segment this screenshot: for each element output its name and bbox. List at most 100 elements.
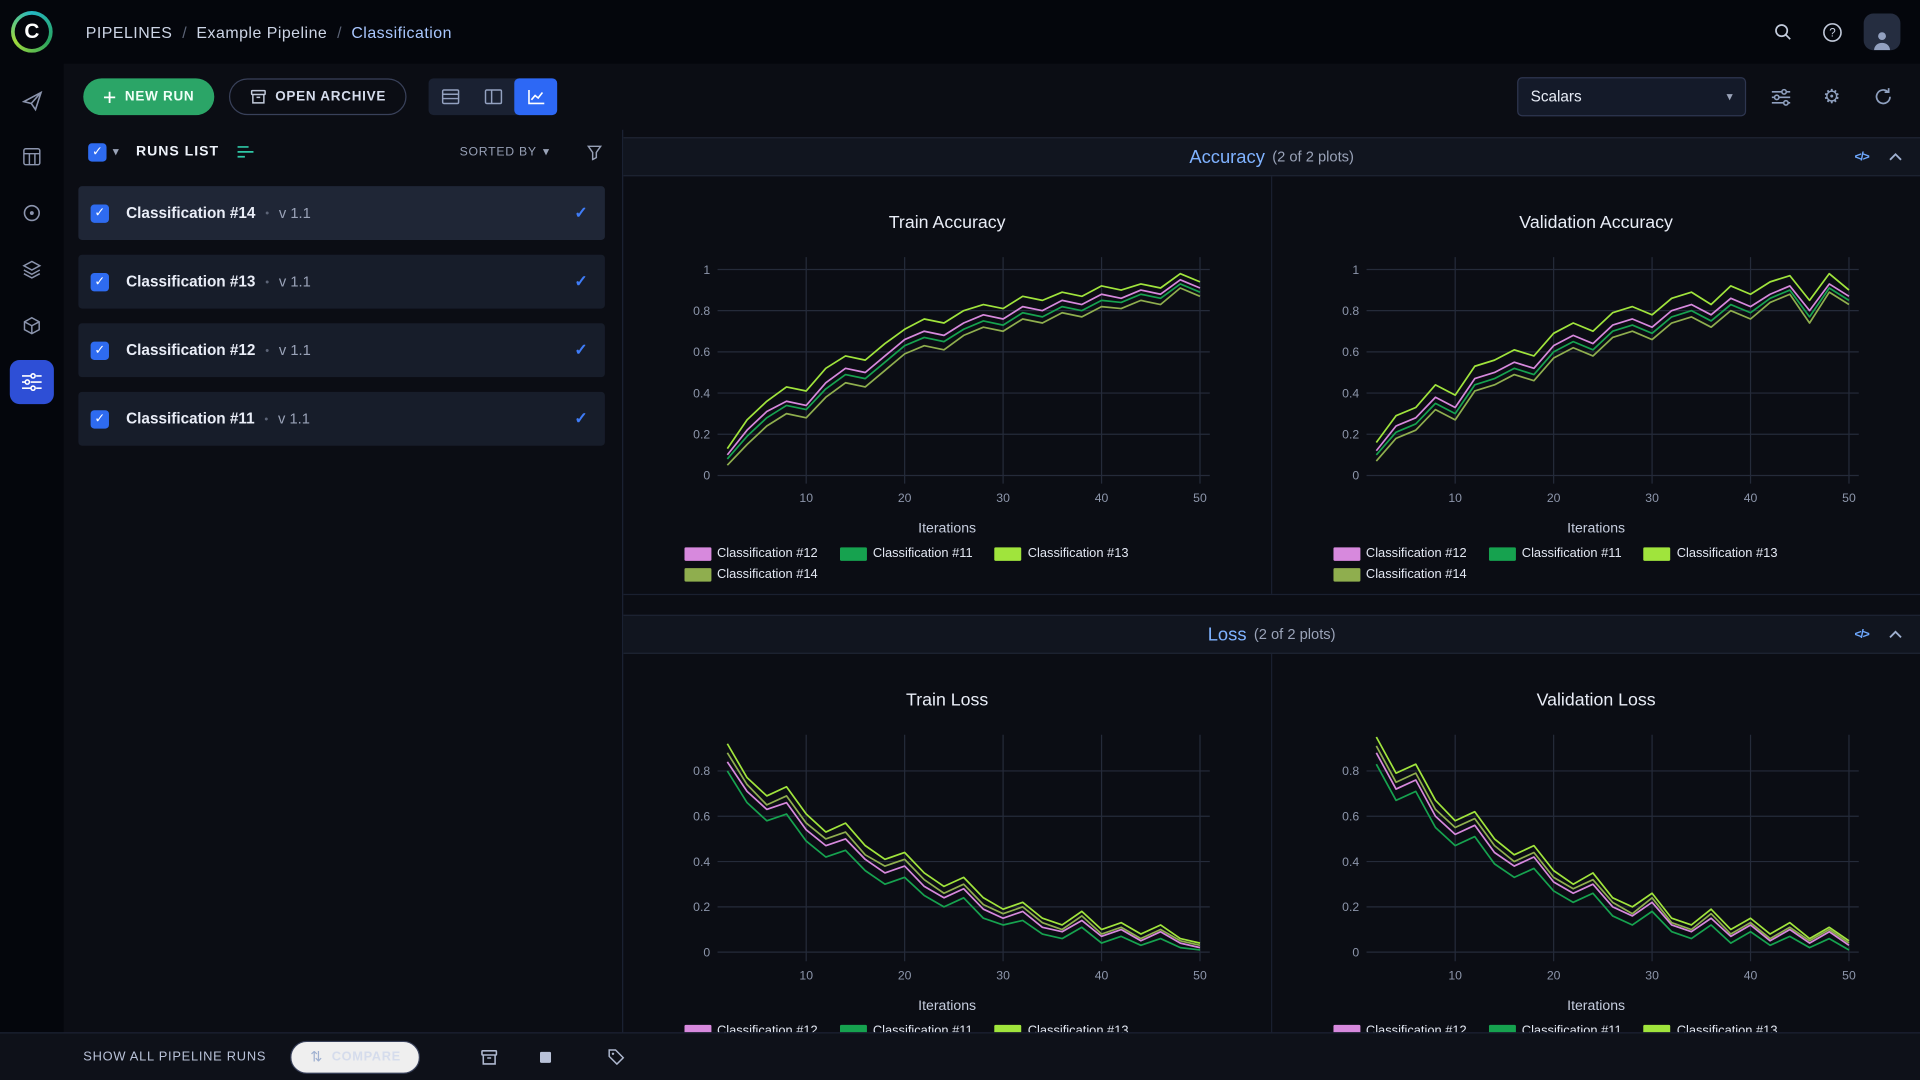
legend-item[interactable]: Classification #11: [839, 546, 973, 561]
svg-text:0: 0: [1352, 469, 1359, 483]
plot-canvas[interactable]: 0 0.2 0.4 0.6 0.8 1 10 20 30 40 50: [1324, 250, 1868, 513]
plot-settings-icon[interactable]: [1763, 80, 1797, 114]
runs-rows: ✓ Classification #14 • v 1.1 ✓ ✓ Classif…: [64, 174, 622, 446]
plot-canvas[interactable]: 0 0.2 0.4 0.6 0.8 10 20 30 40 50: [1324, 727, 1868, 990]
custom-view-icon[interactable]: [236, 144, 254, 159]
legend-item[interactable]: Classification #11: [1488, 546, 1622, 561]
svg-text:0.4: 0.4: [1342, 855, 1359, 869]
run-name: Classification #13: [126, 273, 256, 291]
select-all-caret-icon[interactable]: ▾: [113, 145, 119, 158]
user-avatar[interactable]: [1863, 13, 1901, 51]
split-view-icon[interactable]: [472, 78, 515, 115]
select-all-checkbox[interactable]: ✓: [88, 142, 107, 162]
plus-icon: [103, 91, 116, 103]
loss-charts-row: Train Loss 0 0.2 0.4 0.6 0.8 10 20 30 40 50 Itera…: [623, 653, 1920, 1034]
embed-code-icon[interactable]: </>: [1855, 150, 1870, 163]
chevron-down-icon: ▾: [542, 145, 550, 159]
breadcrumb-classification[interactable]: Classification: [351, 23, 452, 41]
run-checkbox[interactable]: ✓: [90, 341, 109, 360]
runs-list-title: RUNS LIST: [135, 144, 220, 160]
svg-text:20: 20: [897, 491, 911, 505]
topbar-actions: ?: [1766, 13, 1920, 51]
x-axis-label: Iterations: [1567, 999, 1626, 1014]
svg-text:50: 50: [1842, 491, 1856, 505]
compare-button[interactable]: ⇅ COMPARE: [290, 1040, 421, 1074]
legend-item[interactable]: Classification #12: [1332, 546, 1467, 561]
sorted-by-control[interactable]: SORTED BY ▾: [460, 145, 550, 158]
svg-text:20: 20: [1546, 491, 1560, 505]
svg-text:1: 1: [1352, 263, 1359, 277]
validation-accuracy-plot[interactable]: 0 0.2 0.4 0.6 0.8 1 10 20 30 40 50: [1324, 250, 1868, 519]
tags-icon[interactable]: [599, 1040, 633, 1074]
run-checkbox[interactable]: ✓: [90, 409, 109, 428]
chart-title: Validation Loss: [1536, 690, 1656, 711]
run-checkbox[interactable]: ✓: [90, 272, 109, 291]
breadcrumb-pipelines[interactable]: PIPELINES: [86, 23, 173, 41]
nav-reports-icon[interactable]: [10, 191, 54, 235]
svg-text:0.2: 0.2: [1342, 427, 1359, 441]
filter-icon[interactable]: [586, 144, 603, 160]
show-all-pipeline-runs-link[interactable]: SHOW ALL PIPELINE RUNS: [83, 1049, 266, 1064]
run-version: v 1.1: [278, 410, 310, 428]
validation-loss-plot[interactable]: 0 0.2 0.4 0.6 0.8 10 20 30 40 50: [1324, 727, 1868, 996]
legend-swatch-icon: [839, 546, 867, 561]
run-checkbox[interactable]: ✓: [90, 203, 109, 223]
collapse-section-icon[interactable]: [1888, 146, 1903, 168]
runs-list-header: ✓ ▾ RUNS LIST SORTED BY ▾: [64, 130, 622, 174]
chart-title: Train Accuracy: [888, 213, 1006, 233]
run-row-classification-11[interactable]: ✓ Classification #11 • v 1.1 ✓: [78, 391, 605, 446]
train-accuracy-plot[interactable]: 0 0.2 0.4 0.6 0.8 1 10 20 30 40 50: [675, 250, 1219, 519]
legend-swatch-icon: [683, 567, 711, 582]
svg-text:0: 0: [703, 469, 710, 483]
legend-item[interactable]: Classification #12: [683, 546, 818, 561]
archive-runs-icon[interactable]: [472, 1040, 506, 1074]
legend-item[interactable]: Classification #14: [1332, 567, 1467, 582]
svg-text:10: 10: [1448, 969, 1462, 983]
legend-label: Classification #14: [716, 566, 818, 582]
plot-canvas[interactable]: 0 0.2 0.4 0.6 0.8 10 20 30 40 50: [675, 727, 1219, 990]
nav-projects-icon[interactable]: [10, 78, 54, 122]
toolbar: NEW RUN OPEN ARCHIVE Scalars ▾ ⚙: [64, 64, 1920, 130]
svg-text:0.8: 0.8: [693, 764, 710, 778]
table-view-icon[interactable]: [429, 78, 472, 115]
run-row-classification-13[interactable]: ✓ Classification #13 • v 1.1 ✓: [78, 254, 605, 309]
gear-icon[interactable]: ⚙: [1815, 80, 1849, 114]
run-row-classification-12[interactable]: ✓ Classification #12 • v 1.1 ✓: [78, 323, 605, 378]
refresh-icon[interactable]: [1866, 80, 1900, 114]
legend-item[interactable]: Classification #13: [1643, 546, 1777, 561]
embed-code-icon[interactable]: </>: [1855, 628, 1870, 641]
metric-select[interactable]: Scalars ▾: [1517, 77, 1747, 117]
nav-datasets-icon[interactable]: [10, 135, 54, 179]
open-archive-button[interactable]: OPEN ARCHIVE: [228, 78, 407, 116]
run-version: v 1.1: [278, 341, 311, 359]
clearml-logo[interactable]: C: [11, 11, 53, 53]
accuracy-section-header: Accuracy (2 of 2 plots) </>: [623, 137, 1920, 177]
open-archive-label: OPEN ARCHIVE: [275, 89, 387, 105]
nav-applications-icon[interactable]: [10, 304, 54, 348]
new-run-button[interactable]: NEW RUN: [83, 78, 214, 116]
x-axis-label: Iterations: [918, 999, 977, 1014]
legend-swatch-icon: [994, 546, 1022, 561]
legend-item[interactable]: Classification #13: [994, 546, 1129, 561]
breadcrumb-example-pipeline[interactable]: Example Pipeline: [196, 23, 327, 41]
section-plot-count: (2 of 2 plots): [1272, 148, 1354, 166]
abort-runs-icon[interactable]: [528, 1040, 562, 1074]
chart-title: Validation Accuracy: [1519, 213, 1673, 233]
legend-item[interactable]: Classification #14: [683, 566, 818, 582]
train-loss-plot[interactable]: 0 0.2 0.4 0.6 0.8 10 20 30 40 50: [675, 727, 1219, 996]
nav-pipelines-icon[interactable]: [9, 360, 54, 405]
search-icon[interactable]: [1766, 15, 1800, 49]
plot-canvas[interactable]: 0 0.2 0.4 0.6 0.8 1 10 20 30 40 50: [675, 250, 1219, 513]
train-accuracy-panel: Train Accuracy 0 0.2 0.4 0.6 0.8 1 10 20 30 40 50 …: [623, 176, 1271, 594]
chart-legend: Classification #12 Classification #11 Clas…: [683, 546, 1211, 582]
nav-models-icon[interactable]: [10, 247, 54, 291]
svg-text:0.2: 0.2: [1342, 900, 1359, 914]
breadcrumb-separator: /: [182, 22, 187, 42]
svg-text:10: 10: [799, 491, 813, 505]
run-row-classification-14[interactable]: ✓ Classification #14 • v 1.1 ✓: [78, 186, 605, 241]
help-icon[interactable]: ?: [1815, 15, 1849, 49]
chart-title: Train Loss: [906, 690, 989, 711]
sorted-by-label: SORTED BY: [459, 145, 537, 159]
chart-view-icon[interactable]: [514, 78, 558, 116]
collapse-section-icon[interactable]: [1888, 623, 1903, 645]
